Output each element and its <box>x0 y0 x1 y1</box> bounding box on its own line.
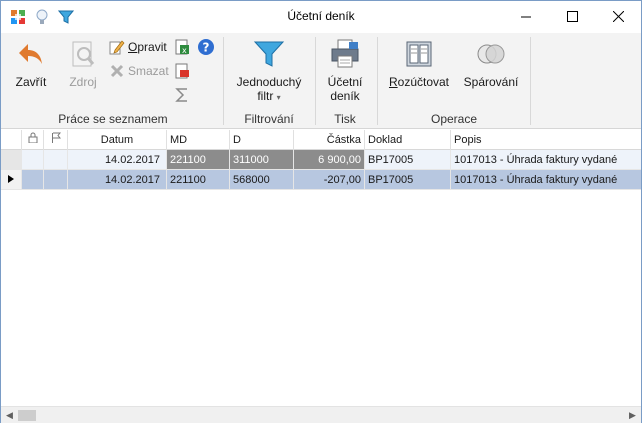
lock-column-header[interactable] <box>22 130 44 150</box>
dropdown-caret-icon: ▾ <box>276 93 281 102</box>
cell-popis[interactable]: 1017013 - Úhrada faktury vydané <box>451 150 641 170</box>
grid-header: Datum MD D Částka Doklad Popis <box>1 130 641 150</box>
sparovani-button[interactable]: Spárování <box>459 37 523 89</box>
cell-castka[interactable]: -207,00 <box>294 170 365 190</box>
column-header-md[interactable]: MD <box>167 130 230 150</box>
ribbon: Zavřít Zdroj Opravit Smazat x ? Práce se… <box>1 33 641 129</box>
cell-popis[interactable]: 1017013 - Úhrada faktury vydané <box>451 170 641 190</box>
table-row[interactable]: 14.02.2017 221100 311000 6 900,00 BP1700… <box>1 150 641 170</box>
cell-md[interactable]: 221100 <box>167 170 230 190</box>
cell-md[interactable]: 221100 <box>167 150 230 170</box>
flag-cell[interactable] <box>44 150 68 170</box>
lock-icon <box>28 132 38 146</box>
document-search-icon <box>66 37 100 71</box>
sum-icon[interactable] <box>173 86 191 104</box>
tisk-label-line2: deník <box>330 89 360 103</box>
lock-cell[interactable] <box>22 150 44 170</box>
row-indicator-header <box>1 130 22 150</box>
flag-column-header[interactable] <box>44 130 68 150</box>
rozuctovat-label: Rozúčtovat <box>388 75 450 89</box>
lock-cell[interactable] <box>22 170 44 190</box>
column-header-d[interactable]: D <box>230 130 294 150</box>
column-header-popis[interactable]: Popis <box>451 130 641 150</box>
row-indicator[interactable] <box>1 170 22 190</box>
table-row-selected[interactable]: 14.02.2017 221100 568000 -207,00 BP17005… <box>1 170 641 190</box>
scroll-left-icon[interactable]: ◀ <box>1 407 18 423</box>
ucetni-denik-print-button[interactable]: Účetní deník <box>321 37 369 103</box>
smazat-label: Smazat <box>128 64 169 78</box>
help-icon[interactable]: ? <box>197 38 215 56</box>
group-label-operace: Operace <box>430 112 478 126</box>
group-separator <box>315 37 316 125</box>
edit-icon <box>109 39 125 55</box>
title-bar: Účetní deník <box>1 1 641 33</box>
cell-d[interactable]: 311000 <box>230 150 294 170</box>
cell-datum[interactable]: 14.02.2017 <box>68 150 167 170</box>
scroll-right-icon[interactable]: ▶ <box>624 407 641 423</box>
flag-icon <box>51 132 61 146</box>
group-separator <box>530 37 531 125</box>
sparovani-label: Spárování <box>463 75 519 89</box>
column-header-doklad[interactable]: Doklad <box>365 130 451 150</box>
filter-icon-large <box>252 37 286 71</box>
filtr-label-line1: Jednoduchý <box>236 75 302 89</box>
horizontal-scrollbar[interactable]: ◀ ▶ <box>1 406 641 423</box>
minimize-button[interactable] <box>503 1 549 32</box>
tisk-label-line1: Účetní <box>327 75 363 89</box>
window: Účetní deník Zavřít Zdroj Opravit Smazat… <box>0 0 642 423</box>
cell-doklad[interactable]: BP17005 <box>365 150 451 170</box>
group-label-tisk: Tisk <box>334 112 356 126</box>
delete-icon <box>109 63 125 79</box>
group-label-prace: Práce se seznamem <box>58 112 168 126</box>
scrollbar-thumb[interactable] <box>18 410 36 421</box>
filtr-label-line2: filtr <box>257 89 274 103</box>
group-separator <box>223 37 224 125</box>
opravit-button[interactable]: Opravit <box>109 38 167 56</box>
smazat-button[interactable]: Smazat <box>109 62 169 80</box>
cell-datum[interactable]: 14.02.2017 <box>68 170 167 190</box>
cell-doklad[interactable]: BP17005 <box>365 170 451 190</box>
printer-icon <box>328 37 362 71</box>
svg-text:?: ? <box>203 41 210 55</box>
column-header-castka[interactable]: Částka <box>294 130 365 150</box>
export-excel-icon[interactable]: x <box>173 38 191 56</box>
journal-grid: Datum MD D Částka Doklad Popis 14.02.201… <box>1 130 641 406</box>
rozuctovat-button[interactable]: Rozúčtovat <box>385 37 453 89</box>
zdroj-label: Zdroj <box>69 75 97 89</box>
zavrit-label: Zavřít <box>15 75 47 89</box>
opravit-label: Opravit <box>128 40 167 54</box>
jednoduchy-filtr-button[interactable]: Jednoduchý filtr ▾ <box>233 37 305 105</box>
group-separator <box>377 37 378 125</box>
ledger-icon <box>402 37 436 71</box>
zavrit-button[interactable]: Zavřít <box>9 37 53 89</box>
export-pdf-icon[interactable] <box>173 62 191 80</box>
close-button[interactable] <box>595 1 641 32</box>
group-label-filtrovani: Filtrování <box>244 112 294 126</box>
pairing-icon <box>474 37 508 71</box>
current-row-arrow-icon <box>8 174 14 186</box>
zdroj-button[interactable]: Zdroj <box>63 37 103 89</box>
maximize-button[interactable] <box>549 1 595 32</box>
row-indicator[interactable] <box>1 150 22 170</box>
column-header-datum[interactable]: Datum <box>68 130 167 150</box>
cell-d[interactable]: 568000 <box>230 170 294 190</box>
svg-text:x: x <box>182 46 187 55</box>
cell-castka[interactable]: 6 900,00 <box>294 150 365 170</box>
flag-cell[interactable] <box>44 170 68 190</box>
back-arrow-icon <box>14 37 48 71</box>
